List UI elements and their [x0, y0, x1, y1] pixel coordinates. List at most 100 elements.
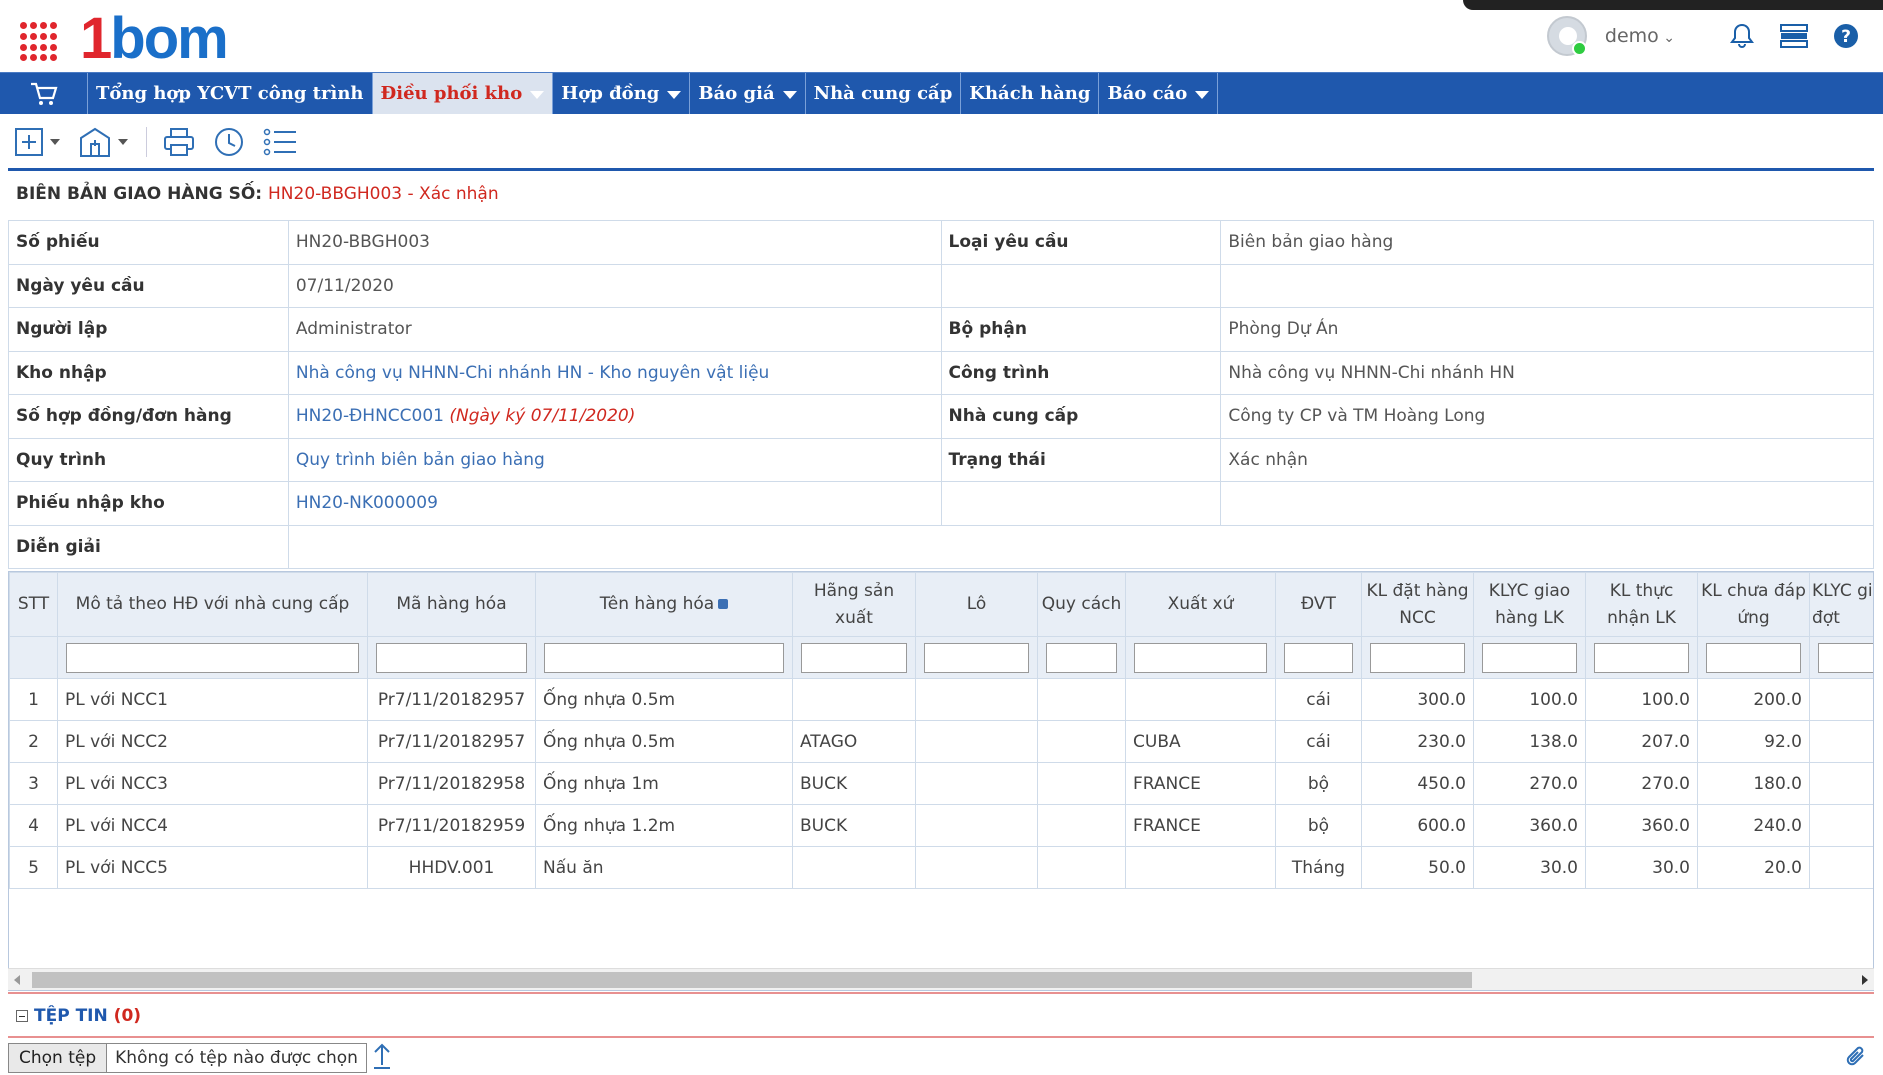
column-menu-icon[interactable] — [718, 599, 729, 609]
cell-quy-cach — [1037, 846, 1126, 889]
col-header-quy-cach[interactable]: Quy cách — [1037, 572, 1126, 637]
cell-quy-cach — [1037, 720, 1126, 763]
filter-input-quy-cach[interactable] — [1046, 642, 1117, 673]
filter-input-klyc-dot[interactable] — [1818, 642, 1873, 673]
kho-nhap-link[interactable]: Nhà công vụ NHNN-Chi nhánh HN - Kho nguy… — [296, 363, 769, 383]
col-header-kl-chua[interactable]: KL chưa đáp ứng — [1697, 572, 1810, 637]
avatar[interactable] — [1546, 16, 1587, 56]
section-divider — [8, 992, 1874, 994]
cell-klyc-dot — [1809, 678, 1873, 721]
cell-dvt: bộ — [1275, 804, 1362, 847]
cell-kl-thuc: 30.0 — [1585, 846, 1698, 889]
col-header-klyc-giao[interactable]: KLYC giao hàng LK — [1473, 572, 1586, 637]
filter-input-kl-dat[interactable] — [1370, 642, 1465, 673]
table-row[interactable]: 4 PL với NCC4 Pr7/11/20182959 Ống nhựa 1… — [9, 804, 1873, 847]
col-header-lo[interactable]: Lô — [915, 572, 1038, 637]
logo[interactable]: 1 bom — [80, 4, 229, 68]
cart-icon[interactable] — [0, 73, 88, 114]
loai-yeu-cau-value: Biên bản giao hàng — [1220, 220, 1874, 265]
col-header-ten-hh[interactable]: Tên hàng hóa — [535, 572, 793, 637]
filter-input-dvt[interactable] — [1284, 642, 1353, 673]
cell-ten-hh: Ống nhựa 1m — [535, 762, 793, 805]
filter-input-xuat-xu[interactable] — [1134, 642, 1267, 673]
chevron-down-icon — [1195, 91, 1210, 99]
scrollbar-thumb[interactable] — [32, 972, 1472, 988]
filter-input-kl-chua[interactable] — [1706, 642, 1801, 673]
col-header-klyc-dot[interactable]: KLYC gi đợt — [1809, 572, 1873, 637]
nav-khach-hang[interactable]: Khách hàng — [961, 73, 1100, 114]
nav-hop-dong[interactable]: Hợp đồng — [553, 73, 691, 114]
col-header-ma-hh[interactable]: Mã hàng hóa — [367, 572, 536, 637]
filter-input-ten-hh[interactable] — [544, 642, 784, 673]
print-button[interactable] — [163, 127, 195, 157]
help-icon[interactable]: ? — [1831, 21, 1861, 51]
phieu-nhap-kho-link[interactable]: HN20-NK000009 — [296, 493, 438, 513]
field-label: Ngày yêu cầu — [8, 263, 289, 308]
paperclip-icon[interactable] — [1845, 1044, 1867, 1075]
cell-stt: 1 — [9, 678, 58, 721]
filter-input-kl-thuc[interactable] — [1594, 642, 1689, 673]
nav-dieu-phoi-kho[interactable]: Điều phối kho — [372, 73, 554, 114]
cell-kl-thuc: 270.0 — [1585, 762, 1698, 805]
username-dropdown[interactable]: demo — [1605, 25, 1675, 47]
file-picker[interactable]: Chọn tệp Không có tệp nào được chọn — [8, 1043, 367, 1073]
so-hop-dong-link[interactable]: HN20-ĐHNCC001 — [296, 406, 444, 426]
table-row[interactable]: 3 PL với NCC3 Pr7/11/20182958 Ống nhựa 1… — [9, 762, 1873, 805]
filter-input-lo[interactable] — [924, 642, 1029, 673]
cell-ma-hh-link[interactable]: Pr7/11/20182957 — [367, 720, 536, 763]
scroll-left-icon[interactable] — [14, 975, 20, 985]
cell-quy-cach — [1037, 804, 1126, 847]
filter-input-ma-hh[interactable] — [376, 642, 527, 673]
files-section-header[interactable]: TỆP TIN (0) — [16, 1006, 141, 1026]
add-button[interactable] — [14, 127, 60, 157]
cell-klyc-giao: 100.0 — [1473, 678, 1586, 721]
plus-icon — [15, 128, 43, 156]
cell-ma-hh-link[interactable]: HHDV.001 — [367, 846, 536, 889]
nav-bao-gia[interactable]: Báo giá — [690, 73, 806, 114]
empty-cell — [1220, 481, 1874, 526]
scroll-right-icon[interactable] — [1862, 975, 1868, 985]
col-header-stt[interactable]: STT — [9, 572, 58, 637]
col-header-hang-sx[interactable]: Hãng sản xuất — [792, 572, 916, 637]
cell-lo — [915, 678, 1038, 721]
table-row[interactable]: 2 PL với NCC2 Pr7/11/20182957 Ống nhựa 0… — [9, 720, 1873, 763]
col-header-mo-ta[interactable]: Mô tả theo HĐ với nhà cung cấp — [57, 572, 368, 637]
filter-input-hang-sx[interactable] — [801, 642, 907, 673]
cell-ma-hh-link[interactable]: Pr7/11/20182959 — [367, 804, 536, 847]
cell-dvt: cái — [1275, 720, 1362, 763]
upload-icon[interactable] — [372, 1042, 392, 1075]
nav-bao-cao[interactable]: Báo cáo — [1099, 73, 1219, 114]
field-label: Trạng thái — [940, 437, 1222, 482]
col-header-dvt[interactable]: ĐVT — [1275, 572, 1362, 637]
chevron-down-icon[interactable] — [50, 139, 60, 145]
bell-icon[interactable] — [1727, 21, 1757, 51]
cell-ma-hh-link[interactable]: Pr7/11/20182958 — [367, 762, 536, 805]
apps-grid-icon[interactable] — [20, 22, 60, 62]
cell-klyc-giao: 138.0 — [1473, 720, 1586, 763]
col-header-kl-dat[interactable]: KL đặt hàng NCC — [1361, 572, 1474, 637]
nav-tong-hop-ycvt[interactable]: Tổng hợp YCVT công trình — [88, 73, 373, 114]
nav-nha-cung-cap[interactable]: Nhà cung cấp — [806, 73, 962, 114]
cell-stt: 2 — [9, 720, 58, 763]
list-button[interactable] — [263, 127, 297, 157]
horizontal-scrollbar[interactable] — [8, 968, 1874, 990]
filter-input-klyc-giao[interactable] — [1482, 642, 1577, 673]
history-icon — [215, 128, 243, 156]
chevron-down-icon[interactable] — [118, 139, 128, 145]
server-list-icon[interactable] — [1779, 21, 1809, 51]
col-header-xuat-xu[interactable]: Xuất xứ — [1125, 572, 1276, 637]
cell-xuat-xu — [1125, 678, 1276, 721]
collapse-icon[interactable] — [16, 1010, 28, 1022]
empty-cell — [940, 481, 1222, 526]
cell-ten-hh: Ống nhựa 0.5m — [535, 720, 793, 763]
quy-trinh-link[interactable]: Quy trình biên bản giao hàng — [296, 450, 545, 470]
history-button[interactable] — [213, 126, 245, 158]
cell-ma-hh-link[interactable]: Pr7/11/20182957 — [367, 678, 536, 721]
cell-xuat-xu: FRANCE — [1125, 804, 1276, 847]
building-button[interactable] — [78, 126, 128, 158]
col-header-kl-thuc[interactable]: KL thực nhận LK — [1585, 572, 1698, 637]
choose-file-button[interactable]: Chọn tệp — [9, 1044, 108, 1072]
filter-input-mo-ta[interactable] — [66, 642, 359, 673]
table-row[interactable]: 5 PL với NCC5 HHDV.001 Nấu ăn Tháng 50.0… — [9, 846, 1873, 889]
table-row[interactable]: 1 PL với NCC1 Pr7/11/20182957 Ống nhựa 0… — [9, 678, 1873, 721]
